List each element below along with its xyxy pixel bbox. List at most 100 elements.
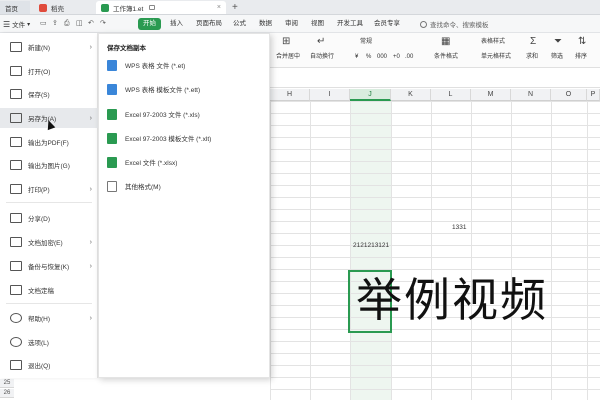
export-quick-icon[interactable]: ⇪ bbox=[52, 18, 58, 30]
tab-home[interactable]: 首页 bbox=[0, 1, 30, 14]
file-menu-label: 文件 bbox=[12, 22, 26, 29]
gear-icon bbox=[10, 337, 22, 347]
tab-insert[interactable]: 插入 bbox=[170, 18, 183, 30]
file-menu-button[interactable]: ☰ 文件 ▾ bbox=[3, 18, 30, 30]
menu-item-exit[interactable]: 退出(Q) bbox=[0, 355, 98, 375]
sum-icon[interactable]: Σ bbox=[530, 36, 536, 48]
save-as-xlt[interactable]: Excel 97-2003 模板文件 (*.xlt) bbox=[107, 131, 267, 145]
menu-item-new[interactable]: 新建(N) › bbox=[0, 37, 98, 57]
tab-start[interactable]: 开始 bbox=[138, 18, 161, 30]
menu-item-help[interactable]: 帮助(H) › bbox=[0, 308, 98, 328]
tab-daoke[interactable]: 稻壳 bbox=[34, 1, 92, 14]
menu-item-share[interactable]: 分享(D) bbox=[0, 208, 98, 228]
menu-item-label: 选项(L) bbox=[28, 340, 49, 347]
decrease-decimal-button[interactable]: .00 bbox=[405, 52, 413, 62]
column-header-o[interactable]: O bbox=[551, 89, 587, 101]
menu-item-label: 新建(N) bbox=[28, 45, 51, 52]
menu-item-backup[interactable]: 备份与恢复(K) › bbox=[0, 256, 98, 276]
grid-column-line bbox=[431, 101, 432, 400]
sum-label[interactable]: 求和 bbox=[526, 52, 538, 62]
filter-icon[interactable]: ⏷ bbox=[554, 36, 562, 48]
row-header-26[interactable]: 26 bbox=[0, 389, 14, 398]
menu-item-options[interactable]: 选项(L) bbox=[0, 332, 98, 352]
cell-j-value[interactable]: 2121213121 bbox=[353, 242, 389, 249]
save-as-et[interactable]: WPS 表格 文件 (*.et) bbox=[107, 58, 267, 72]
menu-item-open[interactable]: 打开(O) bbox=[0, 61, 98, 81]
undo-quick-icon[interactable]: ↶ bbox=[88, 18, 94, 30]
chevron-right-icon: › bbox=[89, 262, 92, 270]
menu-item-print[interactable]: 打印(P) › bbox=[0, 179, 98, 199]
grid-row-line bbox=[270, 257, 600, 258]
column-header-j[interactable]: J bbox=[350, 89, 391, 101]
wrap-text-icon[interactable]: ↵ bbox=[317, 36, 325, 48]
command-search[interactable]: 查找命令、搜索模板 bbox=[420, 18, 489, 30]
tab-workbook[interactable]: 工作簿1.et × bbox=[96, 1, 226, 14]
column-header-l[interactable]: L bbox=[431, 89, 471, 101]
tab-developer[interactable]: 开发工具 bbox=[337, 18, 363, 30]
save-as-option-label: Excel 97-2003 模板文件 (*.xlt) bbox=[125, 136, 212, 143]
column-header-n[interactable]: N bbox=[511, 89, 551, 101]
cell-l-value[interactable]: 1331 bbox=[452, 224, 466, 231]
column-header-m[interactable]: M bbox=[471, 89, 511, 101]
save-icon bbox=[10, 89, 22, 99]
grid-row-line bbox=[270, 149, 600, 150]
save-as-other[interactable]: 其他格式(M) bbox=[107, 179, 267, 193]
menu-item-label: 保存(S) bbox=[28, 92, 50, 99]
merge-center-label[interactable]: 合并居中 bbox=[276, 52, 300, 62]
conditional-format-label[interactable]: 条件格式 bbox=[434, 52, 458, 62]
menu-item-label: 文档定稿 bbox=[28, 288, 54, 295]
column-header-h[interactable]: H bbox=[270, 89, 310, 101]
submenu-title: 保存文档副本 bbox=[107, 45, 146, 52]
tab-review[interactable]: 审阅 bbox=[285, 18, 298, 30]
filter-label[interactable]: 筛选 bbox=[551, 52, 563, 62]
selected-column-highlight bbox=[350, 101, 391, 400]
print-quick-icon[interactable]: ⎙ bbox=[64, 18, 70, 30]
search-icon bbox=[420, 20, 427, 28]
menu-item-encrypt[interactable]: 文档加密(E) › bbox=[0, 232, 98, 252]
grid-row-line bbox=[270, 353, 600, 354]
spreadsheet-icon bbox=[101, 3, 109, 12]
tab-member[interactable]: 会员专享 bbox=[374, 18, 400, 30]
preview-quick-icon[interactable]: ◫ bbox=[76, 18, 83, 30]
table-style-button[interactable]: 表格样式 bbox=[481, 37, 505, 47]
tab-page-layout[interactable]: 页面布局 bbox=[196, 18, 222, 30]
save-quick-icon[interactable]: ▭ bbox=[40, 18, 47, 30]
merge-center-icon[interactable]: ⊞ bbox=[282, 36, 290, 48]
column-header-k[interactable]: K bbox=[391, 89, 431, 101]
row-header-25[interactable]: 25 bbox=[0, 379, 14, 388]
save-as-xlsx[interactable]: Excel 文件 (*.xlsx) bbox=[107, 155, 267, 169]
menu-item-save[interactable]: 保存(S) bbox=[0, 84, 98, 104]
grid-column-line bbox=[270, 101, 271, 400]
conditional-format-icon[interactable]: ▦ bbox=[441, 36, 450, 48]
sort-label[interactable]: 排序 bbox=[575, 52, 587, 62]
tab-formulas[interactable]: 公式 bbox=[233, 18, 246, 30]
monitor-icon bbox=[149, 5, 156, 10]
number-format-select[interactable]: 常规 bbox=[360, 37, 372, 47]
cell-style-button[interactable]: 单元格样式 bbox=[481, 52, 511, 62]
grid-column-line bbox=[587, 101, 588, 400]
column-header-p[interactable]: P bbox=[587, 89, 600, 101]
tab-data[interactable]: 数据 bbox=[259, 18, 272, 30]
grid-row-line bbox=[270, 173, 600, 174]
close-tab-icon[interactable]: × bbox=[217, 4, 221, 11]
percent-button[interactable]: % bbox=[366, 52, 371, 62]
finalize-icon bbox=[10, 285, 22, 295]
new-tab-button[interactable]: + bbox=[232, 1, 238, 14]
other-format-icon bbox=[107, 180, 117, 192]
column-header-i[interactable]: I bbox=[310, 89, 350, 101]
redo-quick-icon[interactable]: ↷ bbox=[100, 18, 106, 30]
menu-item-finalize[interactable]: 文档定稿 bbox=[0, 280, 98, 300]
wps-template-icon bbox=[107, 83, 117, 95]
tab-view[interactable]: 视图 bbox=[311, 18, 324, 30]
menu-item-export-image[interactable]: 输出为图片(G) bbox=[0, 155, 98, 175]
sort-icon[interactable]: ⇅ bbox=[578, 36, 586, 48]
wrap-text-label[interactable]: 自动换行 bbox=[310, 52, 334, 62]
menu-item-export-pdf[interactable]: 输出为PDF(F) bbox=[0, 132, 98, 152]
save-as-ett[interactable]: WPS 表格 模板文件 (*.ett) bbox=[107, 82, 267, 96]
yen-icon[interactable]: ¥ bbox=[355, 52, 358, 62]
save-as-option-label: 其他格式(M) bbox=[125, 184, 161, 191]
save-as-xls[interactable]: Excel 97-2003 文件 (*.xls) bbox=[107, 107, 267, 121]
thousands-button[interactable]: 000 bbox=[377, 52, 387, 62]
excel-icon bbox=[107, 156, 117, 168]
increase-decimal-button[interactable]: +0 bbox=[393, 52, 400, 62]
